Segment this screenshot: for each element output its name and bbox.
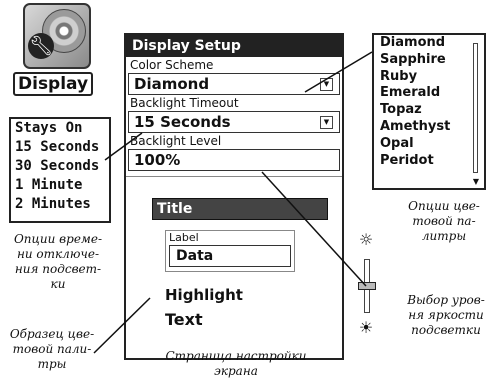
sample-title: Title [152, 198, 328, 220]
scrollbar[interactable] [473, 43, 478, 173]
divider [126, 176, 342, 177]
color-scheme-option[interactable]: Peridot [374, 153, 484, 170]
color-scheme-option[interactable]: Emerald [374, 85, 484, 102]
color-scheme-option[interactable]: Topaz [374, 102, 484, 119]
sample-text: Text [165, 310, 203, 329]
color-scheme-value: Diamond [134, 75, 210, 93]
color-scheme-options-list: Diamond Sapphire Ruby Emerald Topaz Amet… [372, 33, 486, 190]
display-setup-screen: Display Setup Color Scheme Diamond ▼ Bac… [124, 33, 344, 360]
timeout-option[interactable]: 1 Minute [11, 176, 109, 195]
backlight-timeout-value: 15 Seconds [134, 113, 231, 131]
bright-lamp-icon: ☼ [358, 230, 374, 249]
brightness-slider[interactable]: ☼ ☀ [352, 229, 380, 343]
app-label: Display [13, 72, 94, 96]
color-scheme-sample: Title Label Data Highlight Text [152, 198, 328, 348]
timeout-option[interactable]: 15 Seconds [11, 138, 109, 157]
caption-color-scheme-options: Опции цве- товой па- литры [408, 199, 480, 243]
sample-label: Label [169, 231, 199, 244]
backlight-level-label: Backlight Level [130, 134, 222, 148]
sample-data: Data [169, 245, 291, 267]
color-scheme-option[interactable]: Opal [374, 136, 484, 153]
chevron-down-icon: ▼ [320, 78, 333, 91]
caption-brightness: Выбор уров- ня яркости подсветки [407, 293, 485, 337]
backlight-level-field[interactable]: 100% [128, 149, 340, 171]
sample-highlight: Highlight [165, 286, 243, 304]
caption-setup-screen: Страница настройки экрана [165, 349, 307, 378]
slider-thumb[interactable] [358, 282, 376, 290]
color-scheme-option[interactable]: Ruby [374, 69, 484, 86]
timeout-options-list: Stays On 15 Seconds 30 Seconds 1 Minute … [9, 117, 111, 223]
color-scheme-select[interactable]: Diamond ▼ [128, 73, 340, 95]
chevron-down-icon: ▼ [320, 116, 333, 129]
timeout-option[interactable]: 30 Seconds [11, 157, 109, 176]
page-title: Display Setup [126, 35, 342, 57]
color-scheme-label: Color Scheme [130, 58, 214, 72]
caption-color-sample: Образец цве- товой пали- тры [9, 327, 95, 371]
display-app-icon[interactable]: 🔧︎ [23, 3, 91, 69]
color-scheme-option[interactable]: Sapphire [374, 52, 484, 69]
backlight-timeout-label: Backlight Timeout [130, 96, 239, 110]
color-scheme-option[interactable]: Diamond [374, 35, 484, 52]
color-scheme-option[interactable]: Amethyst [374, 119, 484, 136]
caption-timeout-options: Опции време- ни отключе- ния подсвет- ки [13, 232, 103, 291]
dim-lamp-icon: ☀ [358, 318, 374, 337]
scroll-down-icon[interactable]: ▼ [473, 177, 479, 186]
sample-label-box: Label Data [165, 230, 295, 272]
wrench-icon: 🔧︎ [28, 33, 54, 59]
timeout-option[interactable]: Stays On [11, 119, 109, 138]
timeout-option[interactable]: 2 Minutes [11, 195, 109, 214]
backlight-timeout-select[interactable]: 15 Seconds ▼ [128, 111, 340, 133]
